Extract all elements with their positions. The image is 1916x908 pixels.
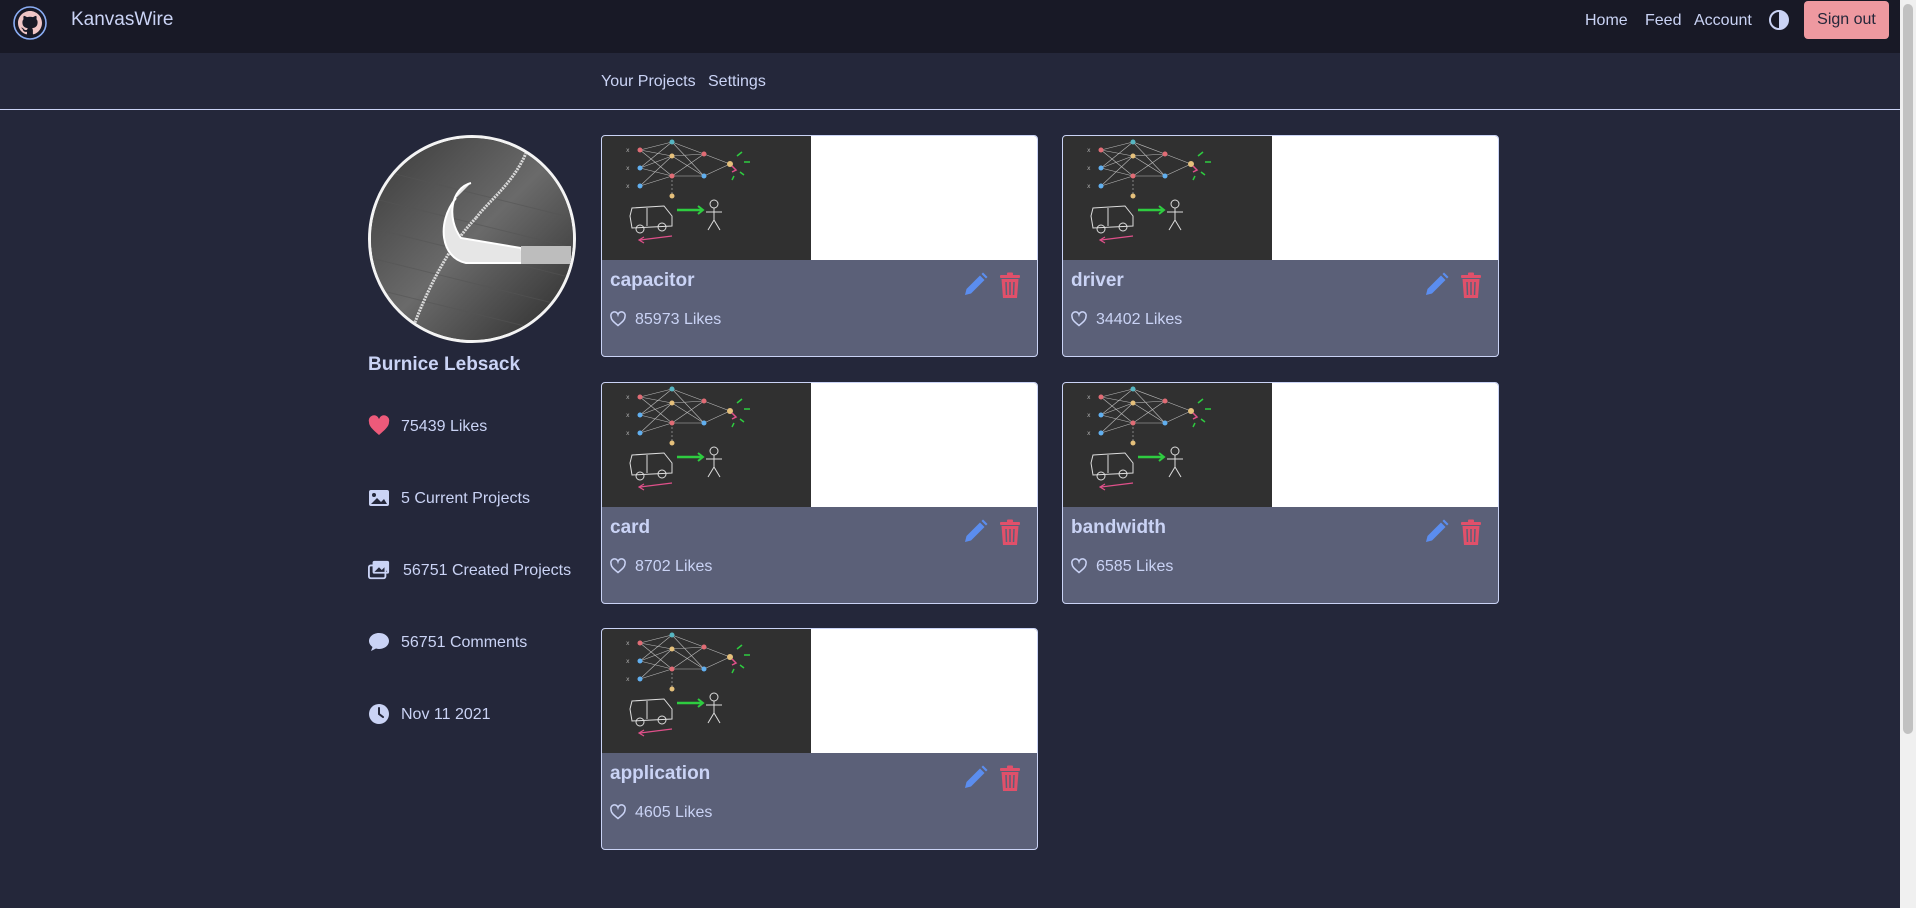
neural-net-sketch: x x x [626,386,750,491]
project-thumbnail[interactable]: x x x [1063,136,1498,260]
page-scrollbar[interactable] [1900,0,1916,908]
neural-net-sketch: x x x [626,139,750,244]
brand-name[interactable]: KanvasWire [71,9,173,31]
stat-joined-label: Nov 11 2021 [401,706,491,723]
project-card-bandwidth[interactable]: x x x bandwidth 6585 Likes [1062,382,1499,604]
svg-text:x: x [626,147,630,154]
project-card-card[interactable]: x x x card 8702 Likes [601,382,1038,604]
project-thumbnail[interactable]: x x x [602,136,1037,260]
project-card-capacitor[interactable]: x x x capacitor 85973 Likes [601,135,1038,357]
pencil-icon[interactable] [1423,272,1449,298]
heart-outline-icon[interactable] [610,558,626,574]
svg-text:x: x [626,658,630,665]
svg-text:x: x [626,183,630,190]
neural-net-sketch: x x x [1087,139,1211,244]
contrast-icon[interactable] [1768,9,1790,31]
svg-text:x: x [1087,183,1091,190]
sub-navbar: Your Projects Settings [0,53,1900,110]
stat-created-projects-label: 56751 Created Projects [403,562,572,579]
comment-icon [369,633,389,651]
scrollbar-thumb[interactable] [1903,4,1913,734]
project-likes-count: 4605 Likes [635,804,713,821]
stat-comments-label: 56751 Comments [401,634,528,651]
svg-text:x: x [1087,394,1091,401]
project-thumbnail[interactable]: x x x [602,629,1037,753]
tab-settings[interactable]: Settings [708,73,766,91]
trash-icon[interactable] [999,765,1021,792]
github-icon[interactable] [12,5,48,41]
svg-text:x: x [626,165,630,172]
profile-name: Burnice Lebsack [368,354,521,375]
trash-icon[interactable] [999,272,1021,299]
stat-likes-label: 75439 Likes [401,418,488,435]
project-title[interactable]: capacitor [610,270,694,292]
project-likes-count: 6585 Likes [1096,558,1174,575]
heart-outline-icon[interactable] [610,804,626,820]
sign-out-button[interactable]: Sign out [1804,1,1889,39]
heart-outline-icon[interactable] [1071,558,1087,574]
neural-net-sketch: x x x [626,632,750,737]
svg-text:x: x [626,430,630,437]
project-title[interactable]: driver [1071,270,1124,292]
pencil-icon[interactable] [1423,519,1449,545]
top-navbar: KanvasWire Home Feed Account Sign out [0,0,1900,53]
svg-text:x: x [1087,147,1091,154]
heart-outline-icon[interactable] [1071,311,1087,327]
project-title[interactable]: application [610,763,710,785]
clock-icon [369,704,389,724]
project-likes-count: 8702 Likes [635,558,713,575]
nav-home[interactable]: Home [1585,12,1628,30]
heart-outline-icon[interactable] [610,311,626,327]
pencil-icon[interactable] [962,272,988,298]
heart-icon [368,415,390,435]
project-thumbnail[interactable]: x x x [602,383,1037,507]
svg-text:x: x [1087,412,1091,419]
project-likes-count: 34402 Likes [1096,311,1183,328]
pencil-icon[interactable] [962,765,988,791]
svg-text:x: x [626,640,630,647]
trash-icon[interactable] [999,519,1021,546]
tab-your-projects[interactable]: Your Projects [601,73,696,91]
project-likes-count: 85973 Likes [635,311,722,328]
neural-net-sketch: x x x [1087,386,1211,491]
nav-account[interactable]: Account [1694,12,1752,30]
svg-text:x: x [1087,430,1091,437]
trash-icon[interactable] [1460,519,1482,546]
project-card-driver[interactable]: x x x driver 34402 Likes [1062,135,1499,357]
image-icon [369,490,389,506]
pencil-icon[interactable] [962,519,988,545]
project-thumbnail[interactable]: x x x [1063,383,1498,507]
project-title[interactable]: bandwidth [1071,517,1166,539]
avatar [368,135,576,343]
svg-text:x: x [626,394,630,401]
stat-current-projects-label: 5 Current Projects [401,490,530,507]
avatar-photo [371,138,573,340]
project-card-application[interactable]: x x x application 4605 Likes [601,628,1038,850]
project-title[interactable]: card [610,517,650,539]
trash-icon[interactable] [1460,272,1482,299]
svg-text:x: x [626,676,630,683]
nav-feed[interactable]: Feed [1645,12,1681,30]
svg-text:x: x [1087,165,1091,172]
svg-text:x: x [626,412,630,419]
images-icon [368,560,390,580]
